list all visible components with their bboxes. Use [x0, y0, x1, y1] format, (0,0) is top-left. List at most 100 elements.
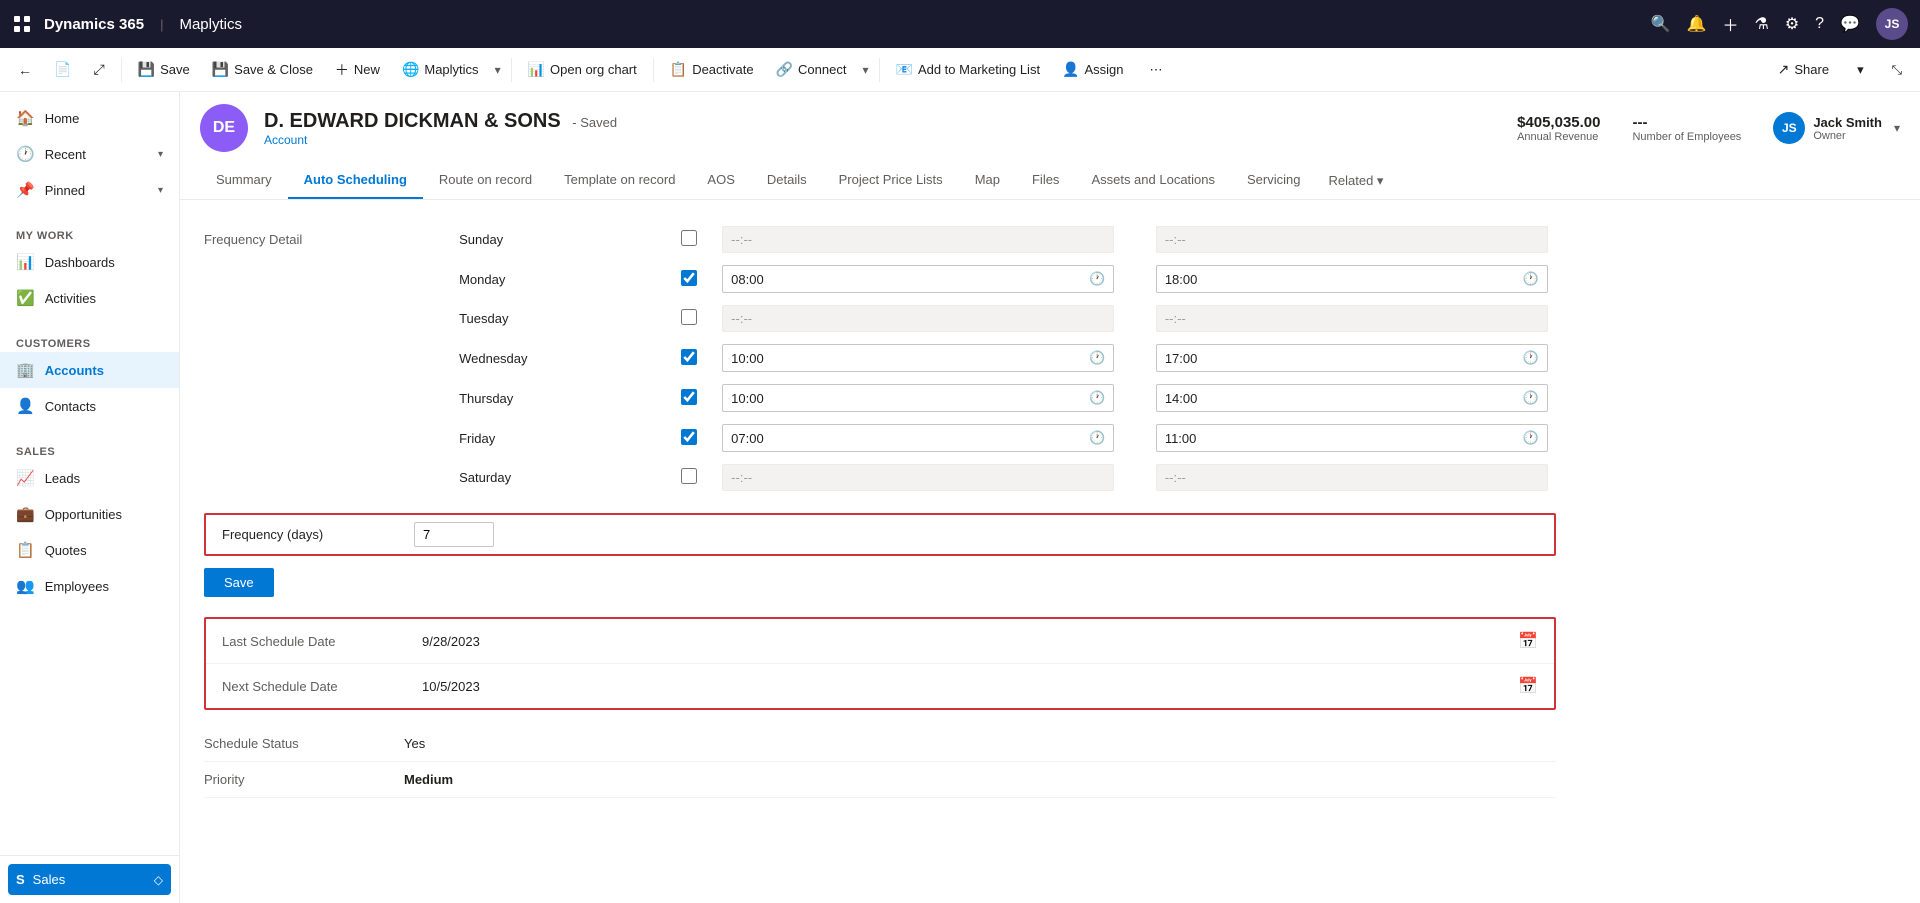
tab-aos[interactable]: AOS: [691, 162, 750, 199]
sidebar-item-leads[interactable]: 📈 Leads: [0, 460, 179, 496]
app-grid-button[interactable]: [12, 14, 32, 34]
record-header: DE D. EDWARD DICKMAN & SONS - Saved Acco…: [180, 92, 1920, 200]
help-icon[interactable]: ?: [1815, 15, 1824, 33]
assign-button[interactable]: 👤 Assign: [1052, 57, 1133, 82]
tab-map[interactable]: Map: [959, 162, 1016, 199]
priority-row: Priority Medium: [204, 762, 1556, 798]
frequency-input[interactable]: [414, 522, 494, 547]
sidebar-my-work-section: My Work 📊 Dashboards ✅ Activities: [0, 216, 179, 324]
save-button[interactable]: 💾 Save: [128, 57, 200, 82]
thursday-end-input[interactable]: 14:00 🕐: [1156, 384, 1548, 412]
org-chart-button[interactable]: 📊 Open org chart: [518, 57, 647, 82]
sidebar-item-activities[interactable]: ✅ Activities: [0, 280, 179, 316]
settings-icon[interactable]: ⚙: [1785, 14, 1799, 34]
add-icon[interactable]: ＋: [1722, 12, 1738, 36]
main-layout: 🏠 Home 🕐 Recent ▾ 📌 Pinned ▾ My Work 📊 D…: [0, 92, 1920, 903]
monday-start-value: 08:00: [731, 272, 764, 287]
page-view-button[interactable]: 📄: [44, 57, 81, 82]
saturday-row: Saturday --:-- --:--: [204, 458, 1556, 497]
sidebar-item-recent[interactable]: 🕐 Recent ▾: [0, 136, 179, 172]
share-dropdown[interactable]: ▾: [1847, 58, 1874, 82]
last-schedule-calendar-icon[interactable]: 📅: [1518, 631, 1538, 651]
fullscreen-button[interactable]: ⤡: [1882, 58, 1912, 82]
more-button[interactable]: ⋯: [1140, 58, 1173, 82]
tab-project-price-lists[interactable]: Project Price Lists: [823, 162, 959, 199]
wednesday-label: Wednesday: [459, 338, 663, 378]
employees-icon: 👥: [16, 577, 35, 595]
wednesday-end-input[interactable]: 17:00 🕐: [1156, 344, 1548, 372]
marketing-list-button[interactable]: 📧 Add to Marketing List: [886, 57, 1051, 82]
record-saved-label: - Saved: [572, 115, 617, 130]
tuesday-end-input: --:--: [1156, 305, 1548, 332]
recent-expand-icon: ▾: [158, 149, 163, 160]
page-icon: 📄: [54, 61, 71, 78]
content-area: DE D. EDWARD DICKMAN & SONS - Saved Acco…: [180, 92, 1920, 903]
sunday-checkbox[interactable]: [681, 230, 697, 246]
save-close-icon: 💾: [212, 61, 229, 78]
friday-label: Friday: [459, 418, 663, 458]
owner-avatar: JS: [1773, 112, 1805, 144]
tuesday-start-cell: --:--: [714, 299, 1122, 338]
connect-dropdown[interactable]: ▾: [858, 59, 872, 81]
back-button[interactable]: ←: [8, 58, 42, 82]
maplytics-dropdown[interactable]: ▾: [491, 59, 505, 81]
save-close-button[interactable]: 💾 Save & Close: [202, 57, 323, 82]
sidebar-item-pinned[interactable]: 📌 Pinned ▾: [0, 172, 179, 208]
wednesday-end-cell: 17:00 🕐: [1148, 338, 1556, 378]
user-avatar[interactable]: JS: [1876, 8, 1908, 40]
sidebar-item-home[interactable]: 🏠 Home: [0, 100, 179, 136]
thursday-checkbox[interactable]: [681, 389, 697, 405]
sunday-spacer: [1122, 220, 1148, 259]
new-icon: ＋: [335, 60, 349, 80]
sidebar-bottom: S Sales ◇: [0, 855, 179, 903]
connect-button[interactable]: 🔗 Connect: [766, 57, 857, 82]
cmd-separator-3: [653, 58, 654, 82]
tab-details[interactable]: Details: [751, 162, 823, 199]
friday-checkbox[interactable]: [681, 429, 697, 445]
saturday-checkbox[interactable]: [681, 468, 697, 484]
sidebar-bottom-sales[interactable]: S Sales ◇: [8, 864, 171, 895]
sidebar-item-employees[interactable]: 👥 Employees: [0, 568, 179, 604]
tab-servicing[interactable]: Servicing: [1231, 162, 1316, 199]
tab-auto-scheduling[interactable]: Auto Scheduling: [288, 162, 423, 199]
thursday-start-clock-icon: 🕐: [1089, 390, 1105, 406]
owner-expand-icon[interactable]: ▾: [1894, 121, 1900, 135]
share-button[interactable]: ↗ Share: [1768, 57, 1839, 82]
search-icon[interactable]: 🔍: [1651, 14, 1671, 34]
notification-icon[interactable]: 🔔: [1687, 14, 1707, 34]
sidebar-item-quotes[interactable]: 📋 Quotes: [0, 532, 179, 568]
tuesday-checkbox[interactable]: [681, 309, 697, 325]
friday-end-value: 11:00: [1165, 431, 1197, 446]
friday-start-input[interactable]: 07:00 🕐: [722, 424, 1114, 452]
tab-summary[interactable]: Summary: [200, 162, 288, 199]
sidebar-item-accounts[interactable]: 🏢 Accounts: [0, 352, 179, 388]
tab-files[interactable]: Files: [1016, 162, 1075, 199]
tab-related[interactable]: Related ▾: [1316, 162, 1395, 199]
maplytics-button[interactable]: 🌐 Maplytics: [392, 57, 489, 82]
filter-icon[interactable]: ⚗: [1754, 14, 1768, 34]
expand-button[interactable]: ⤢: [83, 57, 114, 82]
sidebar-item-contacts[interactable]: 👤 Contacts: [0, 388, 179, 424]
friday-end-input[interactable]: 11:00 🕐: [1156, 424, 1548, 452]
sunday-check-cell: [663, 220, 714, 259]
sunday-label: Sunday: [459, 220, 663, 259]
wednesday-checkbox[interactable]: [681, 349, 697, 365]
monday-end-input[interactable]: 18:00 🕐: [1156, 265, 1548, 293]
new-button[interactable]: ＋ New: [325, 56, 390, 84]
monday-checkbox[interactable]: [681, 270, 697, 286]
monday-start-input[interactable]: 08:00 🕐: [722, 265, 1114, 293]
sidebar-item-opportunities[interactable]: 💼 Opportunities: [0, 496, 179, 532]
tab-assets-locations[interactable]: Assets and Locations: [1075, 162, 1231, 199]
next-schedule-calendar-icon[interactable]: 📅: [1518, 676, 1538, 696]
wednesday-start-input[interactable]: 10:00 🕐: [722, 344, 1114, 372]
thursday-start-input[interactable]: 10:00 🕐: [722, 384, 1114, 412]
saturday-spacer: [1122, 458, 1148, 497]
deactivate-button[interactable]: 📋 Deactivate: [660, 57, 764, 82]
tab-route-on-record[interactable]: Route on record: [423, 162, 548, 199]
wednesday-start-cell: 10:00 🕐: [714, 338, 1122, 378]
form-save-button[interactable]: Save: [204, 568, 274, 597]
wednesday-check-cell: [663, 338, 714, 378]
sidebar-item-dashboards[interactable]: 📊 Dashboards: [0, 244, 179, 280]
tab-template-on-record[interactable]: Template on record: [548, 162, 691, 199]
chat-icon[interactable]: 💬: [1840, 14, 1860, 34]
